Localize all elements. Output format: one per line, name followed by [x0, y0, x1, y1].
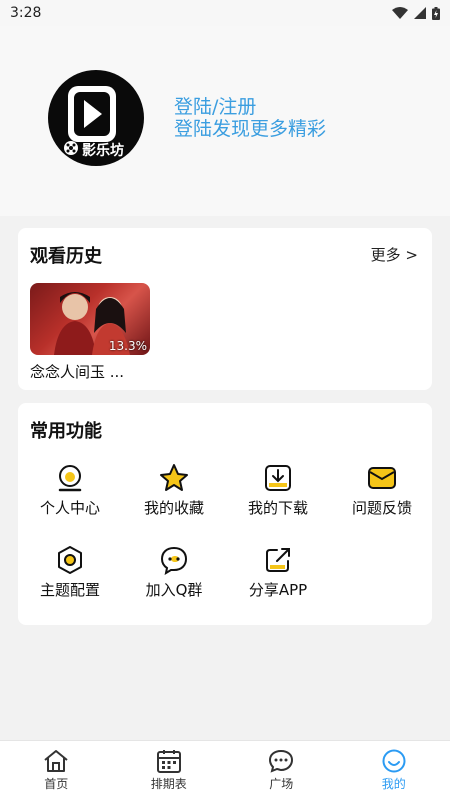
square-chat-icon: [269, 749, 294, 773]
func-label: 我的下载: [247, 499, 308, 517]
func-join-group[interactable]: 加入Q群: [122, 545, 226, 615]
app-logo[interactable]: 影乐坊: [48, 70, 144, 166]
user-icon: [58, 465, 82, 492]
func-label: 主题配置: [39, 581, 100, 599]
calendar-icon: [156, 750, 181, 773]
history-show-title[interactable]: 念念人间玉 ...: [30, 361, 124, 382]
wifi-icon: [392, 7, 408, 19]
share-icon: [266, 548, 290, 572]
history-progress: 13.3%: [108, 339, 147, 353]
battery-icon: [432, 6, 440, 20]
status-bar: 3:28: [0, 0, 450, 26]
func-personal-center[interactable]: 个人中心: [18, 463, 122, 533]
history-title: 观看历史: [30, 246, 102, 267]
func-theme[interactable]: 主题配置: [18, 545, 122, 615]
tab-label: 广场: [269, 777, 294, 791]
login-block[interactable]: 登陆/注册 登陆发现更多精彩: [174, 96, 326, 140]
download-icon: [265, 465, 291, 491]
functions-title: 常用功能: [30, 421, 102, 442]
func-feedback[interactable]: 问题反馈: [330, 463, 434, 533]
func-favorites[interactable]: 我的收藏: [122, 463, 226, 533]
login-label[interactable]: 登陆/注册: [174, 96, 326, 118]
signal-icon: [414, 7, 426, 19]
func-label: 问题反馈: [351, 499, 412, 517]
tab-square[interactable]: 广场: [225, 741, 338, 799]
functions-card: 常用功能 个人中心 我的收藏 我的下载 问题反馈 主题配置 加入Q群 分享APP: [18, 403, 432, 625]
func-label: 分享APP: [248, 581, 308, 599]
tab-label: 我的: [381, 777, 406, 791]
func-label: 加入Q群: [145, 581, 203, 599]
history-card: 观看历史 更多 > 13.3% 念念人间玉 ...: [18, 228, 432, 390]
bottom-tab-bar: 首页 排期表 广场 我的: [0, 740, 450, 799]
func-share[interactable]: 分享APP: [226, 545, 330, 615]
smiley-icon: [382, 749, 406, 773]
star-icon: [160, 464, 188, 491]
func-label: 我的收藏: [143, 499, 204, 517]
func-downloads[interactable]: 我的下载: [226, 463, 330, 533]
status-time: 3:28: [10, 5, 42, 21]
logo-text: 影乐坊: [82, 143, 124, 159]
history-poster[interactable]: 13.3%: [30, 283, 150, 355]
profile-header: 影乐坊 登陆/注册 登陆发现更多精彩: [0, 26, 450, 216]
theme-icon: [58, 546, 82, 574]
history-more-link[interactable]: 更多 >: [371, 244, 418, 265]
status-icons: [392, 6, 440, 20]
home-icon: [44, 750, 68, 772]
tab-mine[interactable]: 我的: [338, 741, 450, 799]
mail-icon: [368, 467, 396, 489]
tab-schedule[interactable]: 排期表: [113, 741, 226, 799]
login-subtitle: 登陆发现更多精彩: [174, 118, 327, 140]
tab-home[interactable]: 首页: [0, 741, 113, 799]
func-label: 个人中心: [39, 499, 100, 517]
chat-group-icon: [160, 546, 188, 575]
tab-label: 首页: [44, 777, 69, 791]
tab-label: 排期表: [150, 777, 187, 791]
